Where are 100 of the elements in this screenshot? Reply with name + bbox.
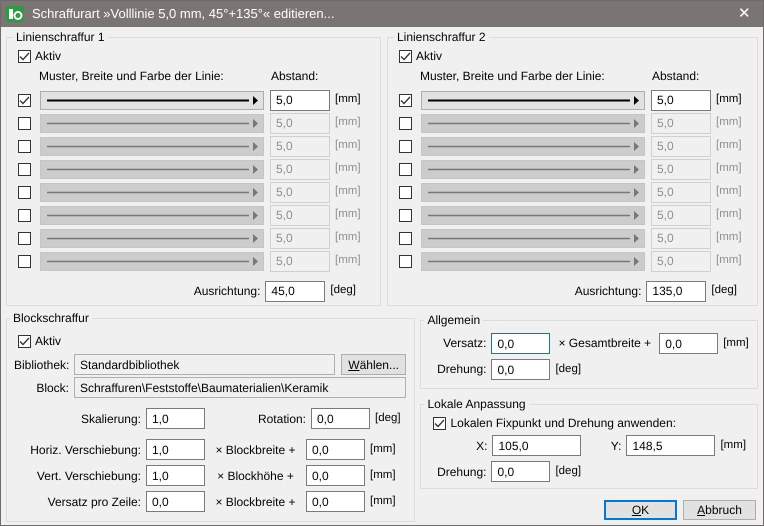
checkbox[interactable]: [18, 116, 31, 130]
y-field[interactable]: 148,5: [626, 435, 716, 456]
block-field[interactable]: Schraffuren\Feststoffe\Baumaterialien\Keramik: [74, 377, 406, 398]
checkbox[interactable]: [399, 50, 412, 63]
checkbox[interactable]: [18, 186, 31, 199]
checkbox[interactable]: [399, 254, 412, 268]
line-preview-icon: [426, 142, 640, 151]
unit-label: [mm]: [335, 139, 361, 154]
checkbox[interactable]: [399, 162, 412, 176]
scale-field[interactable]: 1,0: [146, 408, 205, 430]
dialog-button[interactable]: Abbruch: [683, 500, 756, 520]
field-label: Ausrichtung:: [574, 284, 642, 298]
group-title: Lokale Anpassung: [426, 397, 527, 411]
unit-label: [mm]: [723, 336, 749, 350]
library-field[interactable]: Standardbibliothek: [74, 354, 335, 376]
line-preview-icon: [426, 164, 640, 174]
field-label: Ausrichtung:: [194, 284, 260, 298]
group-title: Blockschraffur: [12, 311, 90, 325]
checkbox-label: Aktiv: [35, 334, 62, 348]
unit-label: [mm]: [716, 185, 742, 200]
unit-label: [mm]: [720, 438, 746, 453]
column-header: Abstand:: [271, 69, 318, 84]
unit-label: [mm]: [335, 116, 361, 130]
line-preview-icon: [426, 188, 640, 197]
line-preview-icon: [45, 96, 259, 105]
unit-label: [mm]: [716, 116, 742, 130]
field-label: Block:: [35, 380, 69, 396]
checkbox[interactable]: [399, 186, 412, 199]
checkbox[interactable]: [399, 232, 412, 245]
unit-label: [mm]: [716, 208, 742, 222]
checkbox[interactable]: [399, 140, 412, 153]
orientation-field[interactable]: 45,0: [265, 280, 326, 302]
group-title: Linienschraffur 2: [396, 30, 486, 44]
rotation-field[interactable]: 0,0: [311, 408, 370, 430]
line-style-dropdown[interactable]: [421, 90, 645, 110]
checkbox[interactable]: [18, 254, 31, 268]
line-preview-icon: [426, 234, 640, 243]
unit-label: [mm]: [335, 208, 361, 222]
field-label: Vert. Verschiebung:: [36, 468, 141, 484]
multiplier-label: × Blockhöhe +: [216, 468, 295, 484]
spacing-field[interactable]: 5,0: [651, 90, 711, 111]
factor-field[interactable]: 1,0: [146, 465, 205, 486]
unit-label: [mm]: [716, 231, 742, 246]
orientation-field[interactable]: 135,0: [646, 280, 706, 302]
column-header: Muster, Breite und Farbe der Linie:: [420, 69, 606, 84]
offset-field[interactable]: 0,0: [306, 465, 365, 486]
field-label: X:: [475, 438, 488, 454]
checkbox[interactable]: [399, 116, 412, 130]
checkbox[interactable]: [18, 162, 31, 176]
unit-label: [mm]: [335, 254, 361, 268]
unit-label: [mm]: [370, 494, 396, 509]
line-style-dropdown[interactable]: [40, 90, 264, 110]
line-preview-icon: [45, 210, 259, 220]
unit-label: [deg]: [330, 284, 356, 298]
checkbox[interactable]: [18, 208, 31, 222]
rotation-field[interactable]: 0,0: [491, 461, 550, 482]
line-preview-icon: [426, 96, 640, 105]
unit-label: [mm]: [370, 468, 396, 483]
field-label: Bibliothek:: [14, 358, 69, 372]
checkbox[interactable]: [18, 232, 31, 245]
field-label: Skalierung:: [80, 412, 141, 426]
choose-button[interactable]: Wählen...: [340, 354, 406, 376]
unit-label: [mm]: [335, 162, 361, 176]
field-label: Versatz:: [442, 336, 486, 351]
multiplier-label: × Blockbreite +: [214, 442, 297, 458]
line-preview-icon: [45, 142, 259, 151]
unit-label: [deg]: [555, 362, 582, 376]
line-preview-icon: [426, 118, 640, 128]
unit-label: [deg]: [711, 284, 737, 298]
close-button[interactable]: ✕: [734, 5, 755, 23]
unit-label: [mm]: [716, 93, 742, 108]
column-header: Muster, Breite und Farbe der Linie:: [39, 69, 225, 84]
checkbox[interactable]: [18, 334, 31, 348]
unit-label: [mm]: [335, 185, 361, 200]
dialog-button[interactable]: OK: [604, 500, 677, 520]
spacing-field[interactable]: 5,0: [270, 90, 330, 111]
rotation-field[interactable]: 0,0: [491, 359, 550, 380]
x-field[interactable]: 105,0: [492, 435, 582, 456]
offset-field[interactable]: 0,0: [491, 333, 550, 354]
unit-label: [mm]: [716, 139, 742, 154]
app-icon: [6, 6, 24, 22]
offset-field[interactable]: 0,0: [659, 333, 718, 354]
factor-field[interactable]: 0,0: [146, 491, 205, 512]
field-label: Drehung:: [436, 362, 486, 377]
checkbox-label: Aktiv: [416, 49, 442, 64]
checkbox[interactable]: [18, 50, 31, 63]
line-preview-icon: [45, 188, 259, 197]
checkbox[interactable]: [399, 208, 412, 222]
line-preview-icon: [45, 256, 259, 266]
checkbox[interactable]: [18, 94, 31, 107]
checkbox[interactable]: [433, 416, 446, 430]
offset-field[interactable]: 0,0: [306, 439, 365, 460]
line-preview-icon: [45, 164, 259, 174]
factor-field[interactable]: 1,0: [146, 439, 205, 460]
offset-field[interactable]: 0,0: [306, 491, 365, 512]
checkbox[interactable]: [18, 140, 31, 153]
checkbox-label: Aktiv: [35, 49, 62, 64]
unit-label: [deg]: [375, 412, 401, 426]
unit-label: [mm]: [335, 231, 361, 246]
checkbox[interactable]: [399, 94, 412, 107]
